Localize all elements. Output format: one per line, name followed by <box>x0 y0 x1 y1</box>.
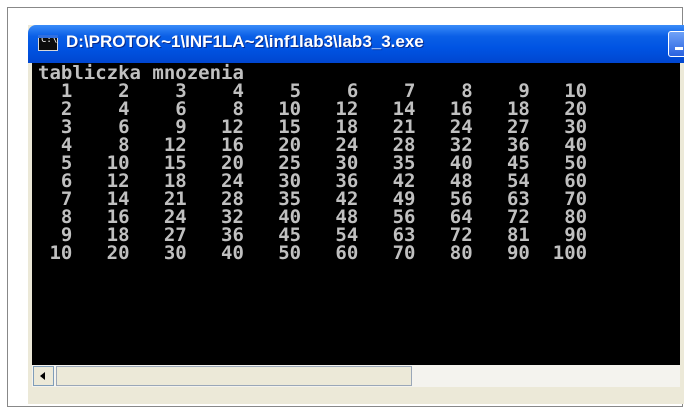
table-row: 6 12 18 24 30 36 42 48 54 60 <box>38 170 588 192</box>
console-heading: tabliczka mnozenia <box>38 63 244 84</box>
table-row: 2 4 6 8 10 12 14 16 18 20 <box>38 98 588 120</box>
console-window: C:\ D:\PROTOK~1\INF1LA~2\inf1lab3\lab3_3… <box>28 25 684 404</box>
table-row: 8 16 24 32 40 48 56 64 72 80 <box>38 206 588 228</box>
window-title: D:\PROTOK~1\INF1LA~2\inf1lab3\lab3_3.exe <box>66 32 424 51</box>
scroll-thumb[interactable] <box>56 366 412 386</box>
window-bottom-border <box>28 387 684 404</box>
horizontal-scrollbar[interactable] <box>32 365 680 387</box>
scroll-left-arrow-icon[interactable] <box>33 366 54 386</box>
table-row: 5 10 15 20 25 30 35 40 45 50 <box>38 152 588 174</box>
minimize-button[interactable] <box>668 31 684 57</box>
table-row: 3 6 9 12 15 18 21 24 27 30 <box>38 116 588 138</box>
table-row: 10 20 30 40 50 60 70 80 90 100 <box>38 242 588 264</box>
console-app-icon[interactable]: C:\ <box>38 35 58 51</box>
table-row: 7 14 21 28 35 42 49 56 63 70 <box>38 188 588 210</box>
table-row: 4 8 12 16 20 24 28 32 36 40 <box>38 134 588 156</box>
title-bar[interactable]: C:\ D:\PROTOK~1\INF1LA~2\inf1lab3\lab3_3… <box>28 25 684 63</box>
table-row: 1 2 3 4 5 6 7 8 9 10 <box>38 80 588 102</box>
table-row: 9 18 27 36 45 54 63 72 81 90 <box>38 224 588 246</box>
console-output[interactable]: tabliczka mnozenia 1 2 3 4 5 6 7 8 9 10 … <box>32 63 680 365</box>
